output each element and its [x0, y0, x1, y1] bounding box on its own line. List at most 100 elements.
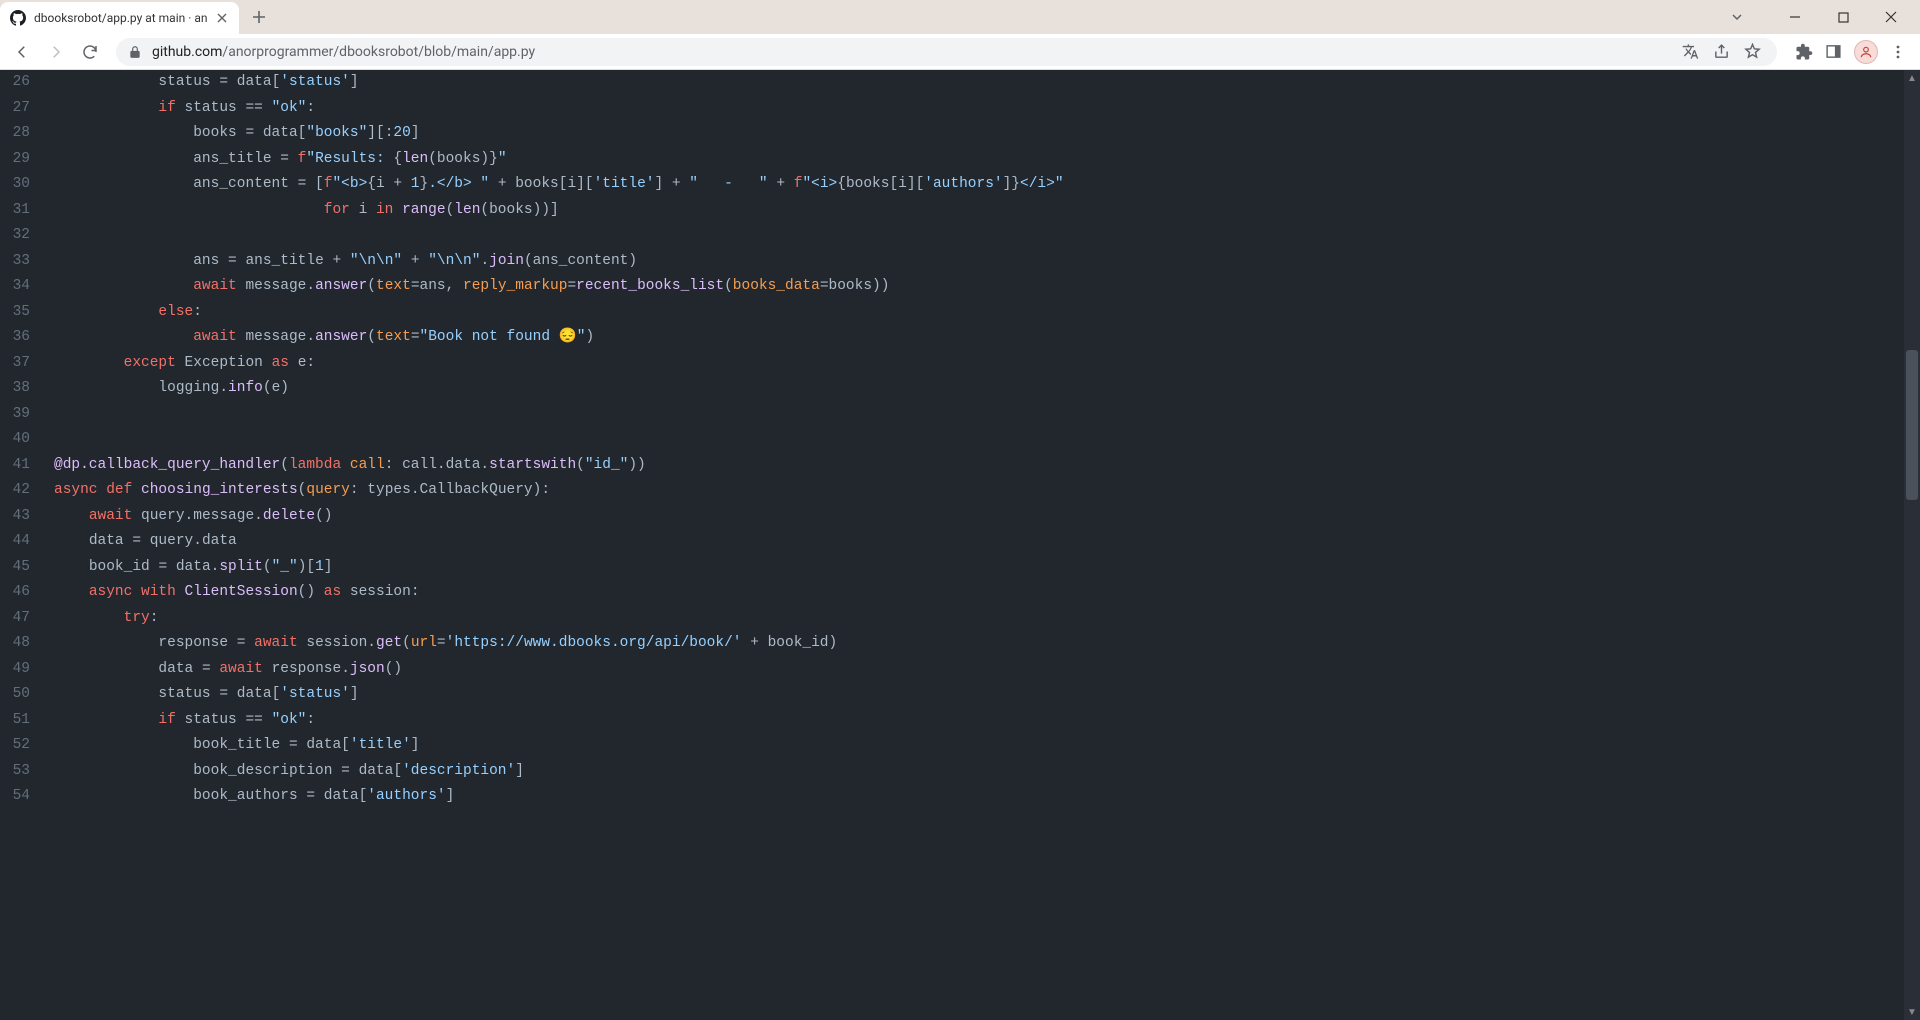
line-number[interactable]: 37 [0, 351, 44, 377]
code-text[interactable]: except Exception as e: [44, 351, 1920, 377]
side-panel-icon[interactable] [1825, 43, 1842, 60]
scroll-up-icon[interactable]: ▲ [1906, 72, 1918, 84]
browser-titlebar: dbooksrobot/app.py at main · an [0, 0, 1920, 34]
line-number[interactable]: 53 [0, 759, 44, 785]
code-text[interactable]: await query.message.delete() [44, 504, 1920, 530]
code-text[interactable]: await message.answer(text="Book not foun… [44, 325, 1920, 351]
line-number[interactable]: 33 [0, 249, 44, 275]
code-line: 38 logging.info(e) [0, 376, 1920, 402]
share-icon[interactable] [1713, 43, 1730, 60]
code-text[interactable]: ans_content = [f"<b>{i + 1}.</b> " + boo… [44, 172, 1920, 198]
code-text[interactable]: books = data["books"][:20] [44, 121, 1920, 147]
line-number[interactable]: 29 [0, 147, 44, 173]
line-number[interactable]: 46 [0, 580, 44, 606]
code-text[interactable]: book_title = data['title'] [44, 733, 1920, 759]
menu-icon[interactable] [1890, 44, 1906, 60]
window-minimize-button[interactable] [1780, 2, 1810, 32]
extensions-icon[interactable] [1795, 43, 1813, 61]
line-number[interactable]: 32 [0, 223, 44, 249]
line-number[interactable]: 44 [0, 529, 44, 555]
line-number[interactable]: 41 [0, 453, 44, 479]
code-line: 30 ans_content = [f"<b>{i + 1}.</b> " + … [0, 172, 1920, 198]
line-number[interactable]: 52 [0, 733, 44, 759]
line-number[interactable]: 26 [0, 70, 44, 96]
code-line: 49 data = await response.json() [0, 657, 1920, 683]
code-text[interactable]: response = await session.get(url='https:… [44, 631, 1920, 657]
code-line: 54 book_authors = data['authors'] [0, 784, 1920, 810]
code-text[interactable]: @dp.callback_query_handler(lambda call: … [44, 453, 1920, 479]
extensions-area [1789, 40, 1912, 64]
line-number[interactable]: 39 [0, 402, 44, 428]
scroll-down-icon[interactable]: ▼ [1906, 1006, 1918, 1018]
line-number[interactable]: 28 [0, 121, 44, 147]
code-text[interactable]: else: [44, 300, 1920, 326]
code-line: 33 ans = ans_title + "\n\n" + "\n\n".joi… [0, 249, 1920, 275]
code-line: 35 else: [0, 300, 1920, 326]
code-text[interactable]: for i in range(len(books))] [44, 198, 1920, 224]
chevron-down-icon[interactable] [1722, 2, 1752, 32]
code-line: 51 if status == "ok": [0, 708, 1920, 734]
back-button[interactable] [8, 38, 36, 66]
code-text[interactable]: try: [44, 606, 1920, 632]
line-number[interactable]: 40 [0, 427, 44, 453]
code-text[interactable]: ans = ans_title + "\n\n" + "\n\n".join(a… [44, 249, 1920, 275]
code-text[interactable]: ans_title = f"Results: {len(books)}" [44, 147, 1920, 173]
forward-button[interactable] [42, 38, 70, 66]
code-text[interactable]: await message.answer(text=ans, reply_mar… [44, 274, 1920, 300]
code-text[interactable]: book_id = data.split("_")[1] [44, 555, 1920, 581]
line-number[interactable]: 34 [0, 274, 44, 300]
code-text[interactable]: if status == "ok": [44, 96, 1920, 122]
line-number[interactable]: 43 [0, 504, 44, 530]
code-text[interactable]: logging.info(e) [44, 376, 1920, 402]
code-line: 31 for i in range(len(books))] [0, 198, 1920, 224]
code-text[interactable] [44, 223, 1920, 249]
code-text[interactable]: status = data['status'] [44, 682, 1920, 708]
code-text[interactable]: status = data['status'] [44, 70, 1920, 96]
line-number[interactable]: 36 [0, 325, 44, 351]
code-line: 36 await message.answer(text="Book not f… [0, 325, 1920, 351]
line-number[interactable]: 50 [0, 682, 44, 708]
code-line: 42async def choosing_interests(query: ty… [0, 478, 1920, 504]
reload-button[interactable] [76, 38, 104, 66]
code-line: 48 response = await session.get(url='htt… [0, 631, 1920, 657]
line-number[interactable]: 47 [0, 606, 44, 632]
code-text[interactable]: book_description = data['description'] [44, 759, 1920, 785]
code-text[interactable]: data = await response.json() [44, 657, 1920, 683]
scrollbar-vertical[interactable]: ▲ ▼ [1904, 70, 1920, 1020]
window-maximize-button[interactable] [1828, 2, 1858, 32]
code-line: 44 data = query.data [0, 529, 1920, 555]
line-number[interactable]: 35 [0, 300, 44, 326]
code-text[interactable] [44, 427, 1920, 453]
line-number[interactable]: 54 [0, 784, 44, 810]
line-number[interactable]: 30 [0, 172, 44, 198]
code-line: 52 book_title = data['title'] [0, 733, 1920, 759]
code-text[interactable]: data = query.data [44, 529, 1920, 555]
translate-icon[interactable] [1682, 43, 1699, 60]
line-number[interactable]: 48 [0, 631, 44, 657]
address-bar[interactable]: github.com/anorprogrammer/dbooksrobot/bl… [116, 38, 1777, 66]
line-number[interactable]: 42 [0, 478, 44, 504]
scroll-thumb[interactable] [1906, 350, 1918, 500]
profile-avatar[interactable] [1854, 40, 1878, 64]
line-number[interactable]: 38 [0, 376, 44, 402]
code-line: 45 book_id = data.split("_")[1] [0, 555, 1920, 581]
code-text[interactable] [44, 402, 1920, 428]
line-number[interactable]: 51 [0, 708, 44, 734]
close-tab-icon[interactable] [215, 11, 229, 25]
browser-toolbar: github.com/anorprogrammer/dbooksrobot/bl… [0, 34, 1920, 70]
tab-title: dbooksrobot/app.py at main · an [34, 11, 207, 25]
code-text[interactable]: if status == "ok": [44, 708, 1920, 734]
line-number[interactable]: 49 [0, 657, 44, 683]
code-line: 34 await message.answer(text=ans, reply_… [0, 274, 1920, 300]
bookmark-icon[interactable] [1744, 43, 1761, 60]
window-close-button[interactable] [1876, 2, 1906, 32]
line-number[interactable]: 27 [0, 96, 44, 122]
code-text[interactable]: async def choosing_interests(query: type… [44, 478, 1920, 504]
code-line: 46 async with ClientSession() as session… [0, 580, 1920, 606]
line-number[interactable]: 45 [0, 555, 44, 581]
new-tab-button[interactable] [245, 3, 273, 31]
browser-tab[interactable]: dbooksrobot/app.py at main · an [0, 2, 239, 34]
line-number[interactable]: 31 [0, 198, 44, 224]
code-text[interactable]: book_authors = data['authors'] [44, 784, 1920, 810]
code-text[interactable]: async with ClientSession() as session: [44, 580, 1920, 606]
